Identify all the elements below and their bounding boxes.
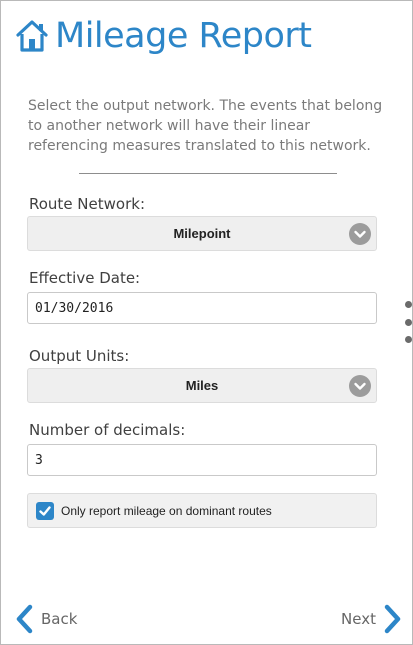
- dot: [404, 301, 412, 308]
- dot: [404, 336, 412, 343]
- mileage-report-panel: Mileage Report Select the output network…: [0, 0, 413, 645]
- chevron-down-icon: [349, 223, 371, 245]
- chevron-right-icon: [384, 604, 401, 634]
- panel-header: Mileage Report: [15, 11, 312, 61]
- checkmark-icon: [39, 505, 51, 516]
- next-button[interactable]: Next: [341, 603, 402, 635]
- route-network-label: Route Network:: [29, 195, 145, 213]
- route-network-value: Milepoint: [173, 226, 231, 241]
- dominant-routes-option[interactable]: Only report mileage on dominant routes: [27, 493, 377, 528]
- page-title: Mileage Report: [55, 16, 312, 56]
- route-network-select[interactable]: Milepoint: [27, 216, 377, 251]
- dominant-routes-label: Only report mileage on dominant routes: [61, 503, 272, 518]
- chevron-left-icon: [16, 604, 33, 634]
- back-label: Back: [41, 610, 78, 628]
- divider: [79, 173, 337, 174]
- back-button[interactable]: Back: [15, 603, 77, 635]
- effective-date-field[interactable]: [27, 292, 377, 324]
- chevron-down-icon: [349, 375, 371, 397]
- decimals-field[interactable]: [27, 444, 377, 476]
- dominant-routes-checkbox[interactable]: [36, 501, 54, 520]
- output-units-select[interactable]: Miles: [27, 368, 377, 403]
- output-units-value: Miles: [185, 378, 219, 393]
- output-units-label: Output Units:: [29, 347, 130, 365]
- instructions-text: Select the output network. The events th…: [28, 98, 383, 154]
- more-options-handle[interactable]: [403, 301, 413, 343]
- decimals-label: Number of decimals:: [29, 421, 186, 439]
- home-icon[interactable]: [15, 19, 49, 53]
- dot: [404, 318, 412, 326]
- next-label: Next: [341, 610, 376, 628]
- effective-date-label: Effective Date:: [29, 269, 141, 287]
